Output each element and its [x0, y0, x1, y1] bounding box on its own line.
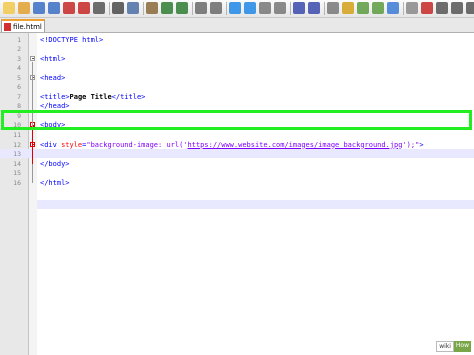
- code-token: </body>: [40, 159, 70, 168]
- sync-horizontal-icon[interactable]: [274, 2, 286, 14]
- line-number: 14: [13, 159, 21, 168]
- zoom-in-icon[interactable]: [229, 2, 241, 14]
- watermark-wiki: wiki: [436, 341, 454, 352]
- code-token: >: [419, 140, 424, 149]
- folder-workspace-icon[interactable]: [387, 2, 399, 14]
- code-text: <html>: [40, 54, 65, 64]
- toolbar-separator: [290, 2, 291, 15]
- line-number: 6: [17, 83, 21, 92]
- watermark-how: How: [453, 341, 471, 352]
- code-text: <title>Page Title</title>: [40, 92, 145, 102]
- play-macro-icon[interactable]: [451, 2, 463, 14]
- line-number: 15: [13, 169, 21, 178]
- toolbar-separator: [324, 2, 325, 15]
- code-text: </html>: [40, 178, 70, 188]
- cut-icon[interactable]: [112, 2, 124, 14]
- code-text: </body>: [40, 159, 70, 169]
- doc-map-icon[interactable]: [357, 2, 369, 14]
- close-icon[interactable]: [63, 2, 75, 14]
- line-number: 16: [13, 178, 21, 187]
- redo-icon[interactable]: [176, 2, 188, 14]
- highlight-box: [1, 110, 472, 130]
- open-file-icon[interactable]: [18, 2, 30, 14]
- indent-guide-icon[interactable]: [327, 2, 339, 14]
- code-line: 14 </body>: [0, 159, 474, 169]
- code-token: Page Title: [69, 92, 112, 101]
- line-number: 13: [13, 150, 21, 159]
- zoom-out-icon[interactable]: [244, 2, 256, 14]
- code-text: <head>: [40, 73, 65, 83]
- undo-icon[interactable]: [161, 2, 173, 14]
- new-file-icon[interactable]: [3, 2, 15, 14]
- toolbar: [0, 0, 474, 18]
- code-token: <head>: [40, 73, 66, 82]
- run-macro-icon[interactable]: [466, 2, 474, 14]
- copy-icon[interactable]: [127, 2, 139, 14]
- caret-line-highlight: [37, 200, 474, 209]
- code-token: </title>: [111, 92, 146, 101]
- toolbar-separator: [143, 2, 144, 15]
- code-line: 3 <html>: [0, 54, 474, 64]
- monitor-icon[interactable]: [406, 2, 418, 14]
- code-token: style: [61, 140, 83, 149]
- stop-macro-icon[interactable]: [436, 2, 448, 14]
- replace-icon[interactable]: [210, 2, 222, 14]
- code-line: 4: [0, 63, 474, 73]
- tab-bar: file.html: [0, 18, 474, 33]
- line-number: 12: [13, 140, 21, 149]
- function-list-icon[interactable]: [372, 2, 384, 14]
- code-line: 16 </html>: [0, 178, 474, 188]
- find-icon[interactable]: [195, 2, 207, 14]
- print-icon[interactable]: [93, 2, 105, 14]
- line-number: 5: [17, 73, 21, 82]
- code-line: 1 <!DOCTYPE html>: [0, 35, 474, 45]
- fold-line: [32, 80, 33, 107]
- code-token: <!DOCTYPE html>: [40, 35, 104, 44]
- line-number: 4: [17, 64, 21, 73]
- code-line: 13: [0, 149, 474, 159]
- define-language-icon[interactable]: [342, 2, 354, 14]
- code-token: "background-image: url(': [86, 140, 188, 149]
- code-line: 6: [0, 82, 474, 92]
- word-wrap-icon[interactable]: [293, 2, 305, 14]
- code-text: <!DOCTYPE html>: [40, 35, 103, 45]
- line-number: 2: [17, 45, 21, 54]
- code-token: <html>: [40, 54, 66, 63]
- code-token: </html>: [40, 178, 70, 187]
- fold-line: [32, 147, 33, 164]
- watermark: wiki How: [436, 341, 471, 352]
- line-number: 1: [17, 35, 21, 44]
- code-line: 7 <title>Page Title</title>: [0, 92, 474, 102]
- fold-toggle-icon[interactable]: [30, 55, 35, 61]
- save-icon[interactable]: [33, 2, 45, 14]
- code-text: <div style="background-image: url('https…: [40, 140, 424, 150]
- line-number: 3: [17, 54, 21, 63]
- code-token: <div: [40, 140, 62, 149]
- save-all-icon[interactable]: [48, 2, 60, 14]
- code-editor[interactable]: 1 <!DOCTYPE html> 2 3 <html> 4 5 <head> 6 7 <title…: [0, 33, 474, 355]
- paste-icon[interactable]: [146, 2, 158, 14]
- record-macro-icon[interactable]: [421, 2, 433, 14]
- show-all-chars-icon[interactable]: [308, 2, 320, 14]
- code-line: 5 <head>: [0, 73, 474, 83]
- code-line: 2: [0, 44, 474, 54]
- tab-label: file.html: [13, 22, 42, 31]
- code-token: https://www.website.com/images/image_bac…: [187, 140, 403, 149]
- line-number: 11: [13, 131, 21, 139]
- toolbar-separator: [403, 2, 404, 15]
- file-icon: [4, 22, 11, 31]
- toolbar-separator: [192, 2, 193, 15]
- close-all-icon[interactable]: [78, 2, 90, 14]
- code-line: 15: [0, 168, 474, 178]
- toolbar-separator: [226, 2, 227, 15]
- line-number: 7: [17, 92, 21, 101]
- code-token: ');": [402, 140, 420, 149]
- code-line: 12 <div style="background-image: url('htt…: [0, 140, 474, 150]
- sync-vertical-icon[interactable]: [259, 2, 271, 14]
- tab-file-html[interactable]: file.html: [1, 19, 45, 32]
- code-token: <title>: [40, 92, 70, 101]
- toolbar-separator: [109, 2, 110, 15]
- code-line: 11: [0, 130, 474, 140]
